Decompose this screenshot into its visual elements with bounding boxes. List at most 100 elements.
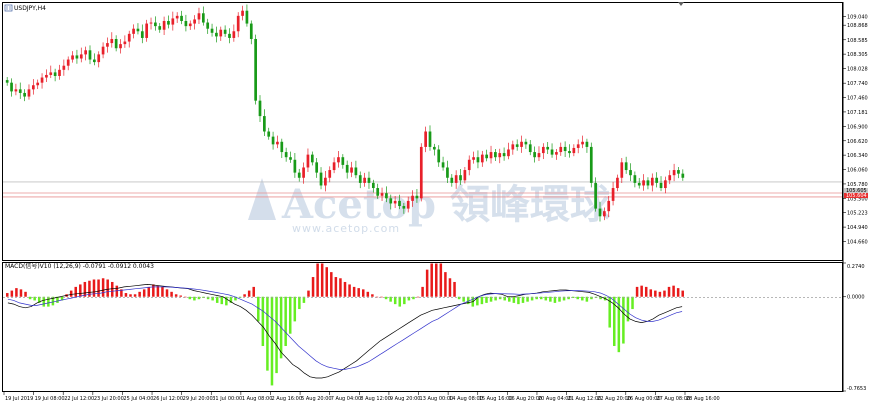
- macd-histogram-bar: [165, 289, 169, 297]
- candle-body: [507, 149, 510, 157]
- candle-body: [88, 50, 92, 60]
- macd-histogram-bar: [663, 290, 666, 297]
- candle-body: [437, 149, 441, 163]
- candle-body: [293, 159, 297, 173]
- macd-histogram-bar: [79, 284, 82, 297]
- macd-histogram-bar: [444, 272, 447, 297]
- candle-body: [354, 167, 358, 176]
- candle-body: [306, 154, 310, 168]
- macd-histogram-bar: [357, 288, 360, 297]
- candle-body: [114, 38, 118, 49]
- time-tick-label: 5 Aug 20:00: [301, 396, 332, 402]
- candle-body: [598, 208, 602, 217]
- candle-body: [167, 20, 170, 25]
- macd-histogram-bar: [288, 296, 292, 334]
- candle-body: [123, 41, 127, 45]
- macd-histogram-bar: [170, 291, 173, 297]
- macd-tick-label: -0.7653: [847, 386, 866, 392]
- candle-body: [5, 80, 9, 83]
- macd-histogram-bar: [142, 289, 146, 297]
- candle-body: [406, 200, 410, 209]
- macd-histogram-bar: [243, 294, 246, 297]
- candle-body: [180, 15, 183, 21]
- candle-body: [110, 38, 114, 44]
- candle-body: [18, 89, 22, 93]
- time-tick-label: 31 Jul 00:00: [212, 396, 242, 402]
- candle-body: [637, 182, 641, 186]
- macd-histogram-bar: [325, 267, 328, 297]
- macd-histogram-bar: [124, 293, 128, 297]
- candle-body: [49, 72, 53, 75]
- macd-histogram-bar: [247, 290, 251, 297]
- macd-histogram-bar: [640, 285, 643, 297]
- candle-body: [175, 15, 179, 19]
- candle-body: [31, 85, 35, 90]
- candle-body: [267, 131, 271, 137]
- candle-body: [162, 20, 166, 30]
- price-tick-label: 107.181: [847, 110, 868, 116]
- candle-body: [576, 144, 580, 148]
- price-tick-label: 105.223: [847, 211, 868, 217]
- candle-body: [629, 170, 632, 176]
- macd-histogram-bar: [147, 286, 151, 297]
- candle-body: [75, 55, 79, 59]
- candle-body: [154, 22, 157, 27]
- macd-histogram-bar: [398, 296, 402, 307]
- price-tick-label: 106.060: [847, 168, 868, 174]
- macd-histogram-bar: [115, 285, 119, 297]
- candle-body: [219, 29, 223, 37]
- candle-body: [23, 92, 26, 97]
- macd-histogram-bar: [19, 289, 23, 297]
- macd-histogram-bar: [362, 289, 365, 297]
- candle-body: [454, 175, 458, 183]
- candle-body: [371, 182, 375, 189]
- macd-histogram-bar: [676, 288, 680, 297]
- candle-body: [537, 153, 541, 158]
- macd-tick-label: 0.2740: [847, 264, 865, 270]
- candle-body: [140, 31, 144, 38]
- time-tick-label: 22 Jul 12:00: [64, 396, 94, 402]
- candle-body: [284, 152, 288, 158]
- price-tick-label: 109.040: [847, 14, 868, 20]
- macd-histogram-bar: [654, 290, 657, 297]
- macd-histogram-bar: [42, 296, 46, 307]
- price-tick-label: 108.305: [847, 52, 868, 58]
- candle-body: [446, 167, 449, 178]
- candle-body: [45, 74, 48, 78]
- macd-histogram-bar: [270, 296, 274, 386]
- macd-histogram-bar: [421, 286, 424, 297]
- macd-histogram-bar: [320, 263, 324, 297]
- candle-body: [633, 175, 637, 183]
- candle-body: [201, 13, 205, 23]
- price-tick-label: 108.868: [847, 23, 868, 29]
- macd-histogram-bar: [152, 284, 155, 297]
- candle-body: [672, 170, 676, 176]
- macd-histogram-bar: [252, 286, 255, 297]
- macd-histogram-bar: [83, 281, 87, 297]
- candle-body: [310, 154, 314, 163]
- time-tick-label: 29 Jul 20:00: [183, 396, 213, 402]
- macd-histogram-bar: [371, 294, 374, 297]
- macd-histogram-bar: [330, 272, 333, 297]
- macd-histogram-bar: [110, 281, 114, 297]
- candle-body: [472, 157, 475, 160]
- candle-body: [650, 177, 654, 186]
- time-tick-label: 8 Aug 12:00: [360, 396, 391, 402]
- candle-body: [659, 182, 663, 189]
- macd-histogram-bar: [649, 289, 653, 297]
- candle-body: [380, 193, 384, 196]
- candle-body: [71, 55, 74, 60]
- watermark-site: www.acetop.com: [292, 222, 400, 235]
- macd-histogram-bar: [174, 294, 178, 297]
- candle-body: [541, 146, 545, 154]
- watermark-cjk: 領峰環球: [450, 181, 611, 228]
- candle-body: [515, 144, 519, 147]
- candle-body: [66, 59, 70, 66]
- candle-body: [524, 141, 528, 145]
- candle-body: [280, 141, 284, 153]
- candle-body: [302, 167, 305, 178]
- candle-body: [158, 26, 162, 30]
- macd-histogram-bar: [275, 296, 278, 374]
- candle-body: [498, 153, 502, 158]
- price-tick-label: 106.620: [847, 139, 868, 145]
